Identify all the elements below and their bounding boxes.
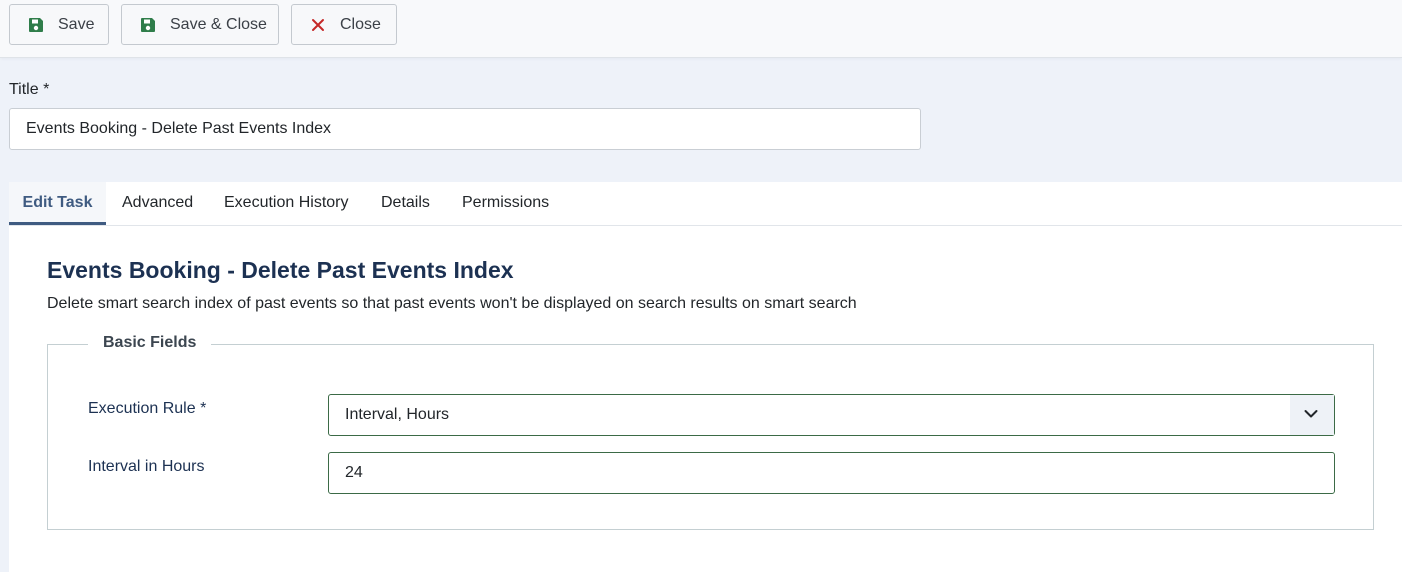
save-and-close-label: Save & Close xyxy=(170,16,267,33)
basic-fields-fieldset: Basic Fields Execution Rule * Interval, … xyxy=(47,334,1374,530)
tab-execution-history[interactable]: Execution History xyxy=(224,182,349,225)
close-label: Close xyxy=(340,16,381,33)
interval-hours-input[interactable] xyxy=(328,452,1335,494)
execution-rule-select[interactable]: Interval, Hours xyxy=(328,394,1335,436)
execution-rule-value: Interval, Hours xyxy=(345,406,450,423)
save-label: Save xyxy=(58,16,95,33)
interval-hours-label: Interval in Hours xyxy=(88,458,205,475)
tab-bar: Edit Task Advanced Execution History Det… xyxy=(9,182,1402,226)
tab-permissions[interactable]: Permissions xyxy=(462,182,549,225)
floppy-disk-icon xyxy=(141,18,155,32)
title-input[interactable] xyxy=(9,108,921,150)
dropdown-toggle[interactable] xyxy=(1290,395,1334,435)
x-icon xyxy=(312,19,324,31)
title-field-label: Title * xyxy=(9,81,50,98)
chevron-down-icon xyxy=(1304,410,1318,418)
tab-advanced[interactable]: Advanced xyxy=(122,182,193,225)
tab-details[interactable]: Details xyxy=(381,182,430,225)
fieldset-legend: Basic Fields xyxy=(88,334,212,352)
task-panel: Edit Task Advanced Execution History Det… xyxy=(9,182,1402,572)
task-description: Delete smart search index of past events… xyxy=(47,295,857,312)
task-title: Events Booking - Delete Past Events Inde… xyxy=(47,257,514,283)
close-button[interactable]: Close xyxy=(291,4,397,45)
execution-rule-label: Execution Rule * xyxy=(88,400,207,417)
save-and-close-button[interactable]: Save & Close xyxy=(121,4,279,45)
save-button[interactable]: Save xyxy=(9,4,109,45)
floppy-disk-icon xyxy=(29,18,43,32)
tab-edit-task[interactable]: Edit Task xyxy=(9,182,106,225)
toolbar: Save Save & Close Close xyxy=(0,0,1402,58)
